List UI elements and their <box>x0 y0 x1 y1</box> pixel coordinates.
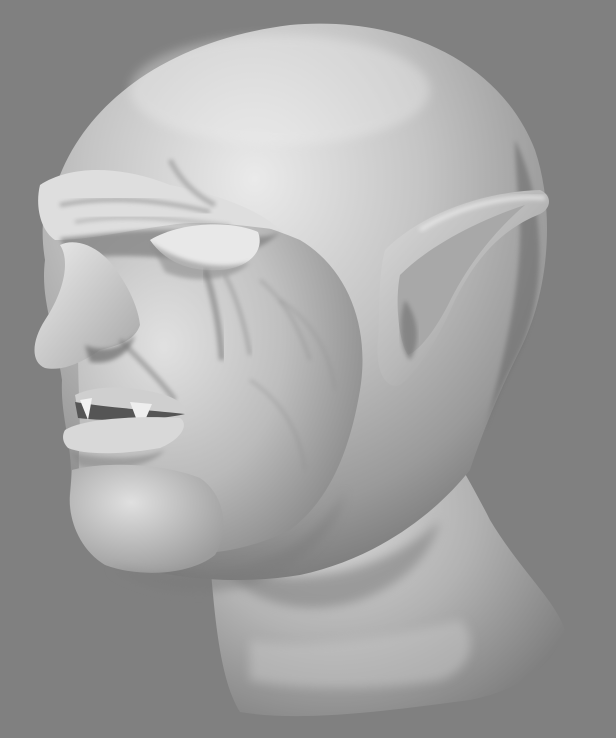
goblin-head-sculpt-icon <box>34 23 565 717</box>
chin-shape <box>69 464 224 573</box>
sculpt-viewport[interactable] <box>0 0 616 738</box>
skull-highlight <box>130 35 430 145</box>
